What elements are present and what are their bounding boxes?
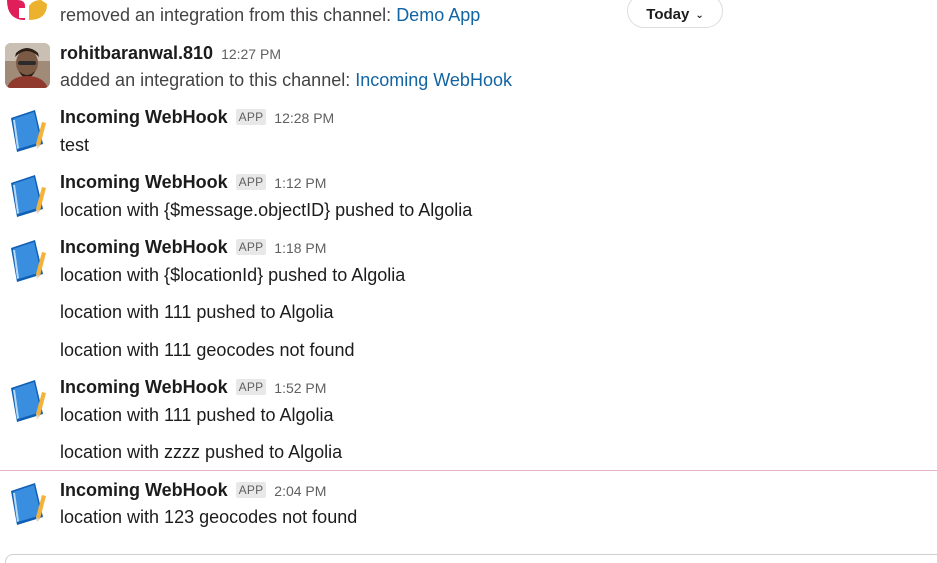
app-avatar[interactable] [5, 238, 50, 283]
message-header: Incoming WebHook APP 12:28 PM [60, 107, 334, 128]
message-text: location with 111 geocodes not found [60, 340, 355, 360]
app-badge: APP [235, 174, 267, 190]
message-list: removed an integration from this channel… [0, 0, 937, 563]
blue-notebook-pencil-icon [11, 240, 46, 282]
message-header: Incoming WebHook APP 1:18 PM [60, 237, 326, 258]
system-message-text: removed an integration from this channel… [60, 5, 397, 25]
colorful-app-logo-icon [5, 0, 50, 22]
app-avatar[interactable] [5, 108, 50, 153]
day-divider-button[interactable]: Today ⌄ [627, 0, 723, 28]
integration-link-demo-app[interactable]: Demo App [396, 5, 480, 25]
app-avatar[interactable] [5, 481, 50, 526]
message-composer-input[interactable] [5, 554, 937, 563]
message-timestamp[interactable]: 1:52 PM [274, 380, 326, 396]
app-logo-avatar[interactable] [5, 0, 50, 22]
app-avatar[interactable] [5, 173, 50, 218]
blue-notebook-pencil-icon [11, 483, 46, 525]
sender-name[interactable]: Incoming WebHook [60, 172, 228, 193]
message-timestamp[interactable]: 1:18 PM [274, 240, 326, 256]
system-message: removed an integration from this channel… [60, 5, 480, 26]
sender-name[interactable]: Incoming WebHook [60, 377, 228, 398]
message-header: Incoming WebHook APP 1:52 PM [60, 377, 326, 398]
integration-link-incoming-webhook[interactable]: Incoming WebHook [355, 70, 512, 90]
user-avatar[interactable] [5, 43, 50, 88]
message-text: test [60, 135, 90, 155]
message-text: location with 123 geocodes not found [60, 507, 358, 527]
message-text: location with zzzz pushed to Algolia [60, 442, 343, 462]
blue-notebook-pencil-icon [11, 175, 46, 217]
message-text: location with {$locationId} pushed to Al… [60, 265, 406, 285]
app-badge: APP [235, 482, 267, 498]
message-header: Incoming WebHook APP 2:04 PM [60, 480, 326, 501]
message-header: Incoming WebHook APP 1:12 PM [60, 172, 326, 193]
message-timestamp[interactable]: 1:12 PM [274, 175, 326, 191]
message-timestamp[interactable]: 2:04 PM [274, 483, 326, 499]
message-text: location with 111 pushed to Algolia [60, 302, 334, 322]
new-messages-divider [0, 470, 937, 471]
app-badge: APP [235, 379, 267, 395]
sender-name[interactable]: Incoming WebHook [60, 237, 228, 258]
sender-name[interactable]: Incoming WebHook [60, 480, 228, 501]
user-photo-avatar [5, 43, 50, 88]
message-text: location with 111 pushed to Algolia [60, 405, 334, 425]
blue-notebook-pencil-icon [11, 380, 46, 422]
message-header: rohitbaranwal.810 12:27 PM [60, 43, 281, 64]
system-message: added an integration to this channel: In… [60, 70, 512, 91]
app-badge: APP [235, 109, 267, 125]
sender-name[interactable]: Incoming WebHook [60, 107, 228, 128]
message-text: location with {$message.objectID} pushed… [60, 200, 473, 220]
app-badge: APP [235, 239, 267, 255]
message-timestamp[interactable]: 12:28 PM [274, 110, 334, 126]
sender-name[interactable]: rohitbaranwal.810 [60, 43, 213, 64]
system-message-text: added an integration to this channel: [60, 70, 356, 90]
app-avatar[interactable] [5, 378, 50, 423]
message-timestamp[interactable]: 12:27 PM [221, 46, 281, 62]
chevron-down-icon: ⌄ [695, 9, 704, 21]
day-divider-label: Today [646, 5, 690, 23]
blue-notebook-pencil-icon [11, 110, 46, 152]
